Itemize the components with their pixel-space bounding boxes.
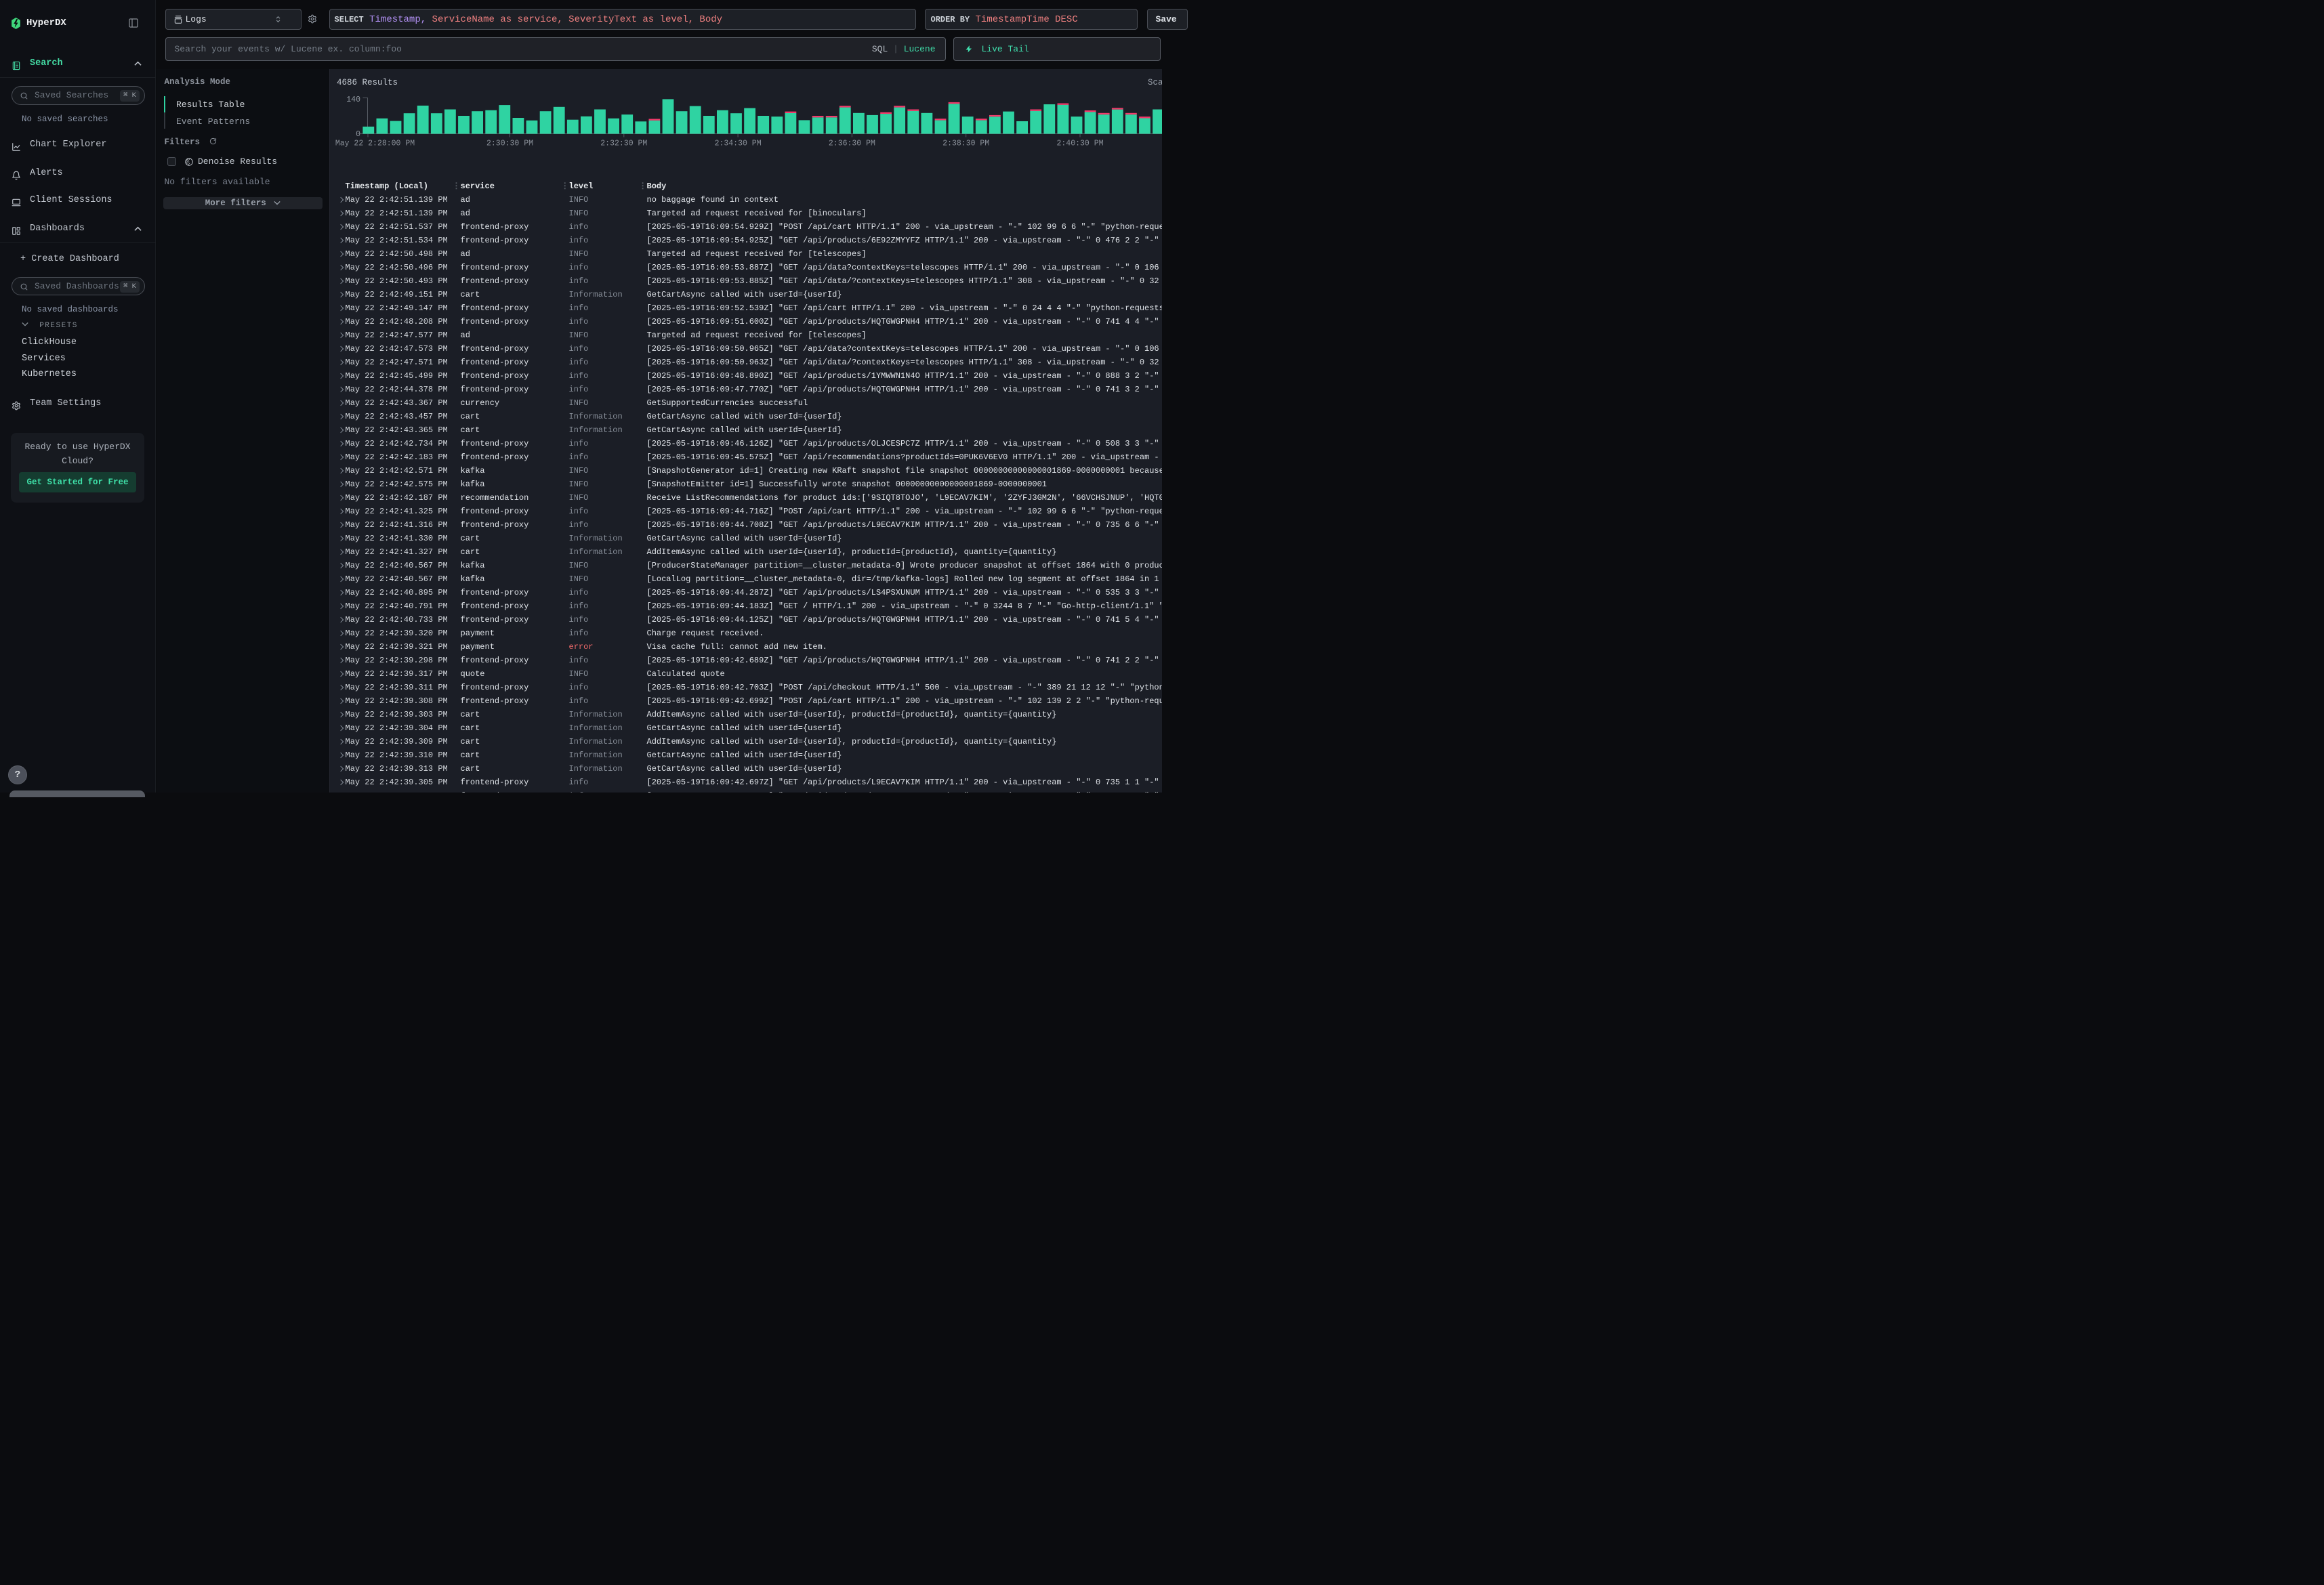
svg-text:0: 0 [356, 130, 360, 139]
svg-text:2:38:30 PM: 2:38:30 PM [942, 140, 989, 148]
svg-text:2:32:30 PM: 2:32:30 PM [600, 140, 647, 148]
svg-text:2:40:30 PM: 2:40:30 PM [1056, 140, 1103, 148]
svg-text:2:36:30 PM: 2:36:30 PM [829, 140, 875, 148]
svg-text:140: 140 [346, 96, 360, 104]
svg-text:May 22 2:28:00 PM: May 22 2:28:00 PM [335, 140, 415, 148]
svg-text:2:30:30 PM: 2:30:30 PM [486, 140, 533, 148]
svg-text:2:34:30 PM: 2:34:30 PM [715, 140, 762, 148]
